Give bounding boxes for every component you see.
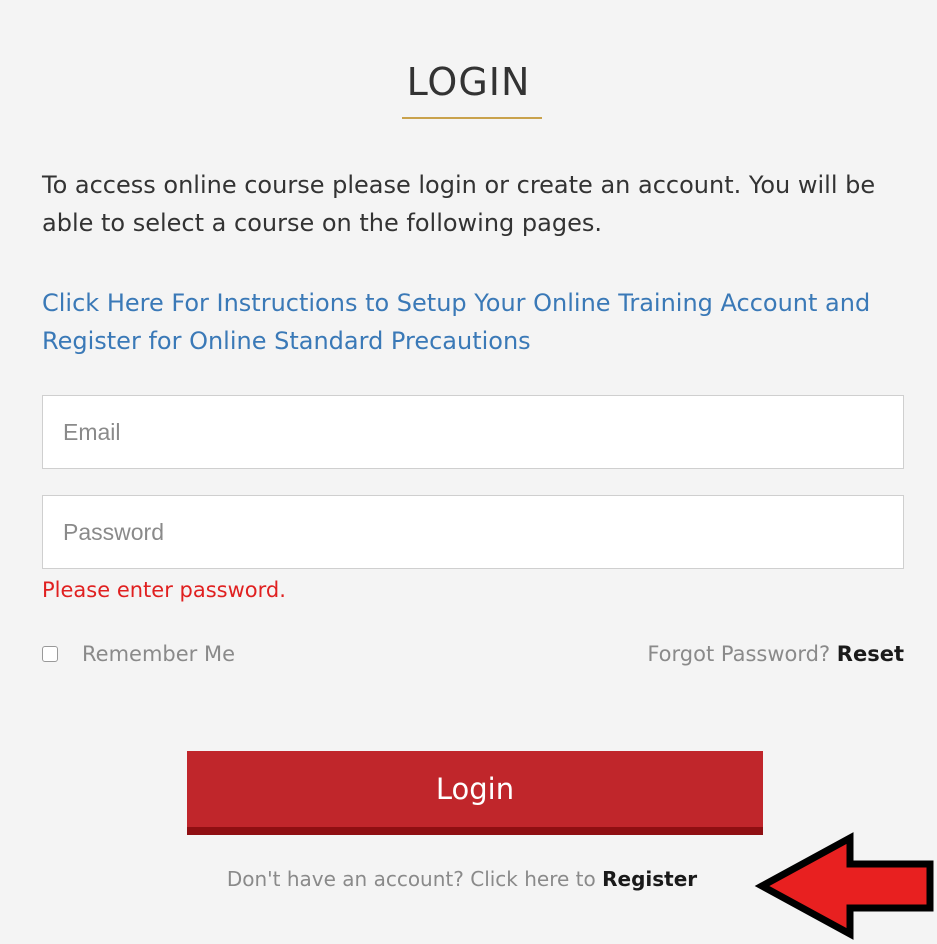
forgot-password-text: Forgot Password?	[647, 642, 831, 666]
password-error-message: Please enter password.	[42, 578, 286, 602]
page-title: LOGIN	[406, 60, 531, 104]
remember-me-label: Remember Me	[82, 642, 235, 666]
login-panel: LOGIN To access online course please log…	[0, 0, 937, 944]
forgot-password: Forgot Password? Reset	[647, 642, 904, 666]
title-underline	[402, 117, 542, 119]
remember-me-checkbox[interactable]	[42, 646, 58, 662]
email-input[interactable]	[42, 395, 904, 469]
reset-password-link[interactable]: Reset	[837, 642, 904, 666]
login-button[interactable]: Login	[187, 751, 763, 835]
intro-text: To access online course please login or …	[42, 171, 876, 237]
register-link[interactable]: Register	[602, 867, 697, 891]
register-prompt-text: Don't have an account? Click here to	[226, 867, 596, 891]
instructions-link[interactable]: Click Here For Instructions to Setup You…	[42, 284, 902, 360]
left-arrow-icon	[754, 832, 934, 940]
remember-me-toggle[interactable]: Remember Me	[42, 642, 235, 666]
password-input[interactable]	[42, 495, 904, 569]
